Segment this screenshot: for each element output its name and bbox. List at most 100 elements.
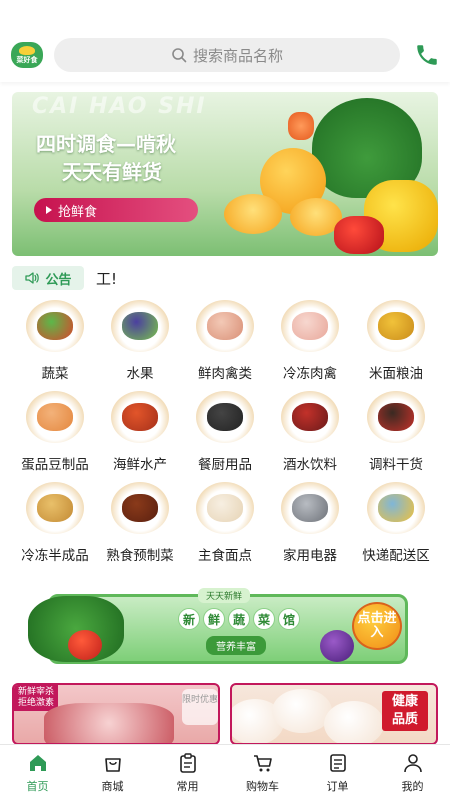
egg-icon bbox=[37, 403, 73, 431]
promo-char: 菜 bbox=[253, 608, 275, 630]
egg-image bbox=[324, 701, 384, 743]
vegetable-hall-banner[interactable]: 天天新鲜 新 鲜 蔬 菜 馆 营养丰富 点击进入 bbox=[28, 588, 428, 666]
category-image-frame bbox=[26, 482, 84, 534]
tab-cart[interactable]: 购物车 bbox=[225, 745, 300, 800]
tab-home[interactable]: 首页 bbox=[0, 745, 75, 800]
category-item[interactable]: 米面粮油 bbox=[353, 300, 439, 382]
category-label: 冷冻肉禽 bbox=[283, 366, 337, 382]
home-page: 菜好食 搜索商品名称 CAI HAO SHI 四时调食—啃秋 天天有鲜货 抢鲜食… bbox=[0, 0, 450, 800]
category-label: 快递配送区 bbox=[362, 548, 430, 564]
category-item[interactable]: 主食面点 bbox=[182, 482, 268, 564]
category-image-frame bbox=[281, 300, 339, 352]
category-label: 调料干货 bbox=[369, 457, 423, 473]
category-item[interactable]: 冷冻肉禽 bbox=[267, 300, 353, 382]
category-item[interactable]: 海鲜水产 bbox=[97, 391, 183, 473]
category-item[interactable]: 餐厨用品 bbox=[182, 391, 268, 473]
promo-subtitle: 营养丰富 bbox=[206, 636, 266, 655]
tab-profile[interactable]: 我的 bbox=[375, 745, 450, 800]
seafood-icon bbox=[122, 403, 158, 431]
banner-cta-button[interactable]: 抢鲜食 bbox=[34, 198, 198, 222]
category-image-frame bbox=[26, 391, 84, 443]
promo-title: 新 鲜 蔬 菜 馆 bbox=[178, 608, 300, 630]
category-label: 海鲜水产 bbox=[113, 457, 167, 473]
category-image-frame bbox=[281, 482, 339, 534]
order-list-icon bbox=[329, 753, 346, 772]
egg-promo-card[interactable]: 健康 品质 bbox=[230, 683, 438, 745]
category-item[interactable]: 熟食预制菜 bbox=[97, 482, 183, 564]
search-input[interactable]: 搜索商品名称 bbox=[54, 38, 400, 72]
cart-icon bbox=[253, 754, 272, 771]
cooked-food-icon bbox=[122, 494, 158, 522]
category-item[interactable]: 调料干货 bbox=[353, 391, 439, 473]
app-logo: 菜好食 bbox=[11, 42, 43, 68]
category-label: 鲜肉禽类 bbox=[198, 366, 252, 382]
category-label: 蔬菜 bbox=[41, 366, 69, 382]
tab-frequent[interactable]: 常用 bbox=[150, 745, 225, 800]
delivery-icon bbox=[378, 494, 414, 522]
phone-icon[interactable] bbox=[414, 42, 440, 68]
meat-card-tag: 新鲜宰杀 拒绝激素 bbox=[14, 685, 59, 711]
shrimp-image bbox=[288, 112, 314, 140]
promo-char: 蔬 bbox=[228, 608, 250, 630]
bottom-tab-bar: 首页 商城 常用 购物车 订单 我的 bbox=[0, 744, 450, 800]
notice-tag-label: 公告 bbox=[45, 272, 72, 288]
banner-subtitle: 天天有鲜货 bbox=[62, 160, 162, 184]
meat-image bbox=[44, 703, 174, 743]
category-image-frame bbox=[367, 482, 425, 534]
category-item[interactable]: 家用电器 bbox=[267, 482, 353, 564]
tomato-image bbox=[68, 630, 102, 660]
promo-char: 馆 bbox=[278, 608, 300, 630]
tab-label: 购物车 bbox=[246, 779, 279, 793]
home-icon bbox=[29, 754, 46, 771]
category-label: 蛋品豆制品 bbox=[21, 457, 89, 473]
banner-cta-label: 抢鲜食 bbox=[58, 204, 98, 220]
category-item[interactable]: 蔬菜 bbox=[12, 300, 98, 382]
notice-tag: 公告 bbox=[12, 266, 84, 290]
category-label: 冷冻半成品 bbox=[21, 548, 89, 564]
category-image-frame bbox=[196, 482, 254, 534]
meat-promo-card[interactable]: 新鲜宰杀 拒绝激素 限时优惠 bbox=[12, 683, 220, 745]
category-item[interactable]: 酒水饮料 bbox=[267, 391, 353, 473]
grain-oil-icon bbox=[378, 312, 414, 340]
tab-label: 常用 bbox=[176, 779, 199, 793]
play-arrow-icon bbox=[46, 206, 52, 214]
enter-button[interactable]: 点击进入 bbox=[352, 602, 402, 650]
clipboard-icon bbox=[179, 752, 196, 773]
banner-watermark: CAI HAO SHI bbox=[32, 94, 207, 119]
shopping-bag-icon bbox=[104, 757, 121, 772]
tab-label: 商城 bbox=[101, 779, 124, 793]
promo-top-label: 天天新鲜 bbox=[198, 588, 251, 603]
notice-text[interactable]: 工! bbox=[96, 268, 117, 289]
category-item[interactable]: 鲜肉禽类 bbox=[182, 300, 268, 382]
drinks-icon bbox=[292, 403, 328, 431]
orange-slice-image bbox=[224, 194, 282, 234]
frozen-semi-icon bbox=[37, 494, 73, 522]
hero-banner[interactable]: CAI HAO SHI 四时调食—啃秋 天天有鲜货 抢鲜食 bbox=[12, 92, 438, 256]
user-icon bbox=[403, 753, 422, 772]
category-image-frame bbox=[196, 391, 254, 443]
promo-char: 新 bbox=[178, 608, 200, 630]
promo-char: 鲜 bbox=[203, 608, 225, 630]
category-label: 水果 bbox=[126, 366, 154, 382]
tab-mall[interactable]: 商城 bbox=[75, 745, 150, 800]
staple-food-icon bbox=[207, 494, 243, 522]
red-pepper-image bbox=[334, 216, 384, 254]
category-image-frame bbox=[367, 391, 425, 443]
appliance-icon bbox=[292, 494, 328, 522]
category-image-frame bbox=[367, 300, 425, 352]
tab-orders[interactable]: 订单 bbox=[300, 745, 375, 800]
category-image-frame bbox=[111, 300, 169, 352]
banner-title: 四时调食—啃秋 bbox=[36, 132, 176, 156]
category-item[interactable]: 蛋品豆制品 bbox=[12, 391, 98, 473]
kitchenware-icon bbox=[207, 403, 243, 431]
category-item[interactable]: 快递配送区 bbox=[353, 482, 439, 564]
category-image-frame bbox=[196, 300, 254, 352]
category-item[interactable]: 水果 bbox=[97, 300, 183, 382]
category-label: 熟食预制菜 bbox=[106, 548, 174, 564]
search-icon bbox=[172, 48, 187, 63]
category-image-frame bbox=[281, 391, 339, 443]
category-item[interactable]: 冷冻半成品 bbox=[12, 482, 98, 564]
category-label: 酒水饮料 bbox=[283, 457, 337, 473]
speaker-icon bbox=[25, 272, 40, 284]
category-label: 家用电器 bbox=[283, 548, 337, 564]
